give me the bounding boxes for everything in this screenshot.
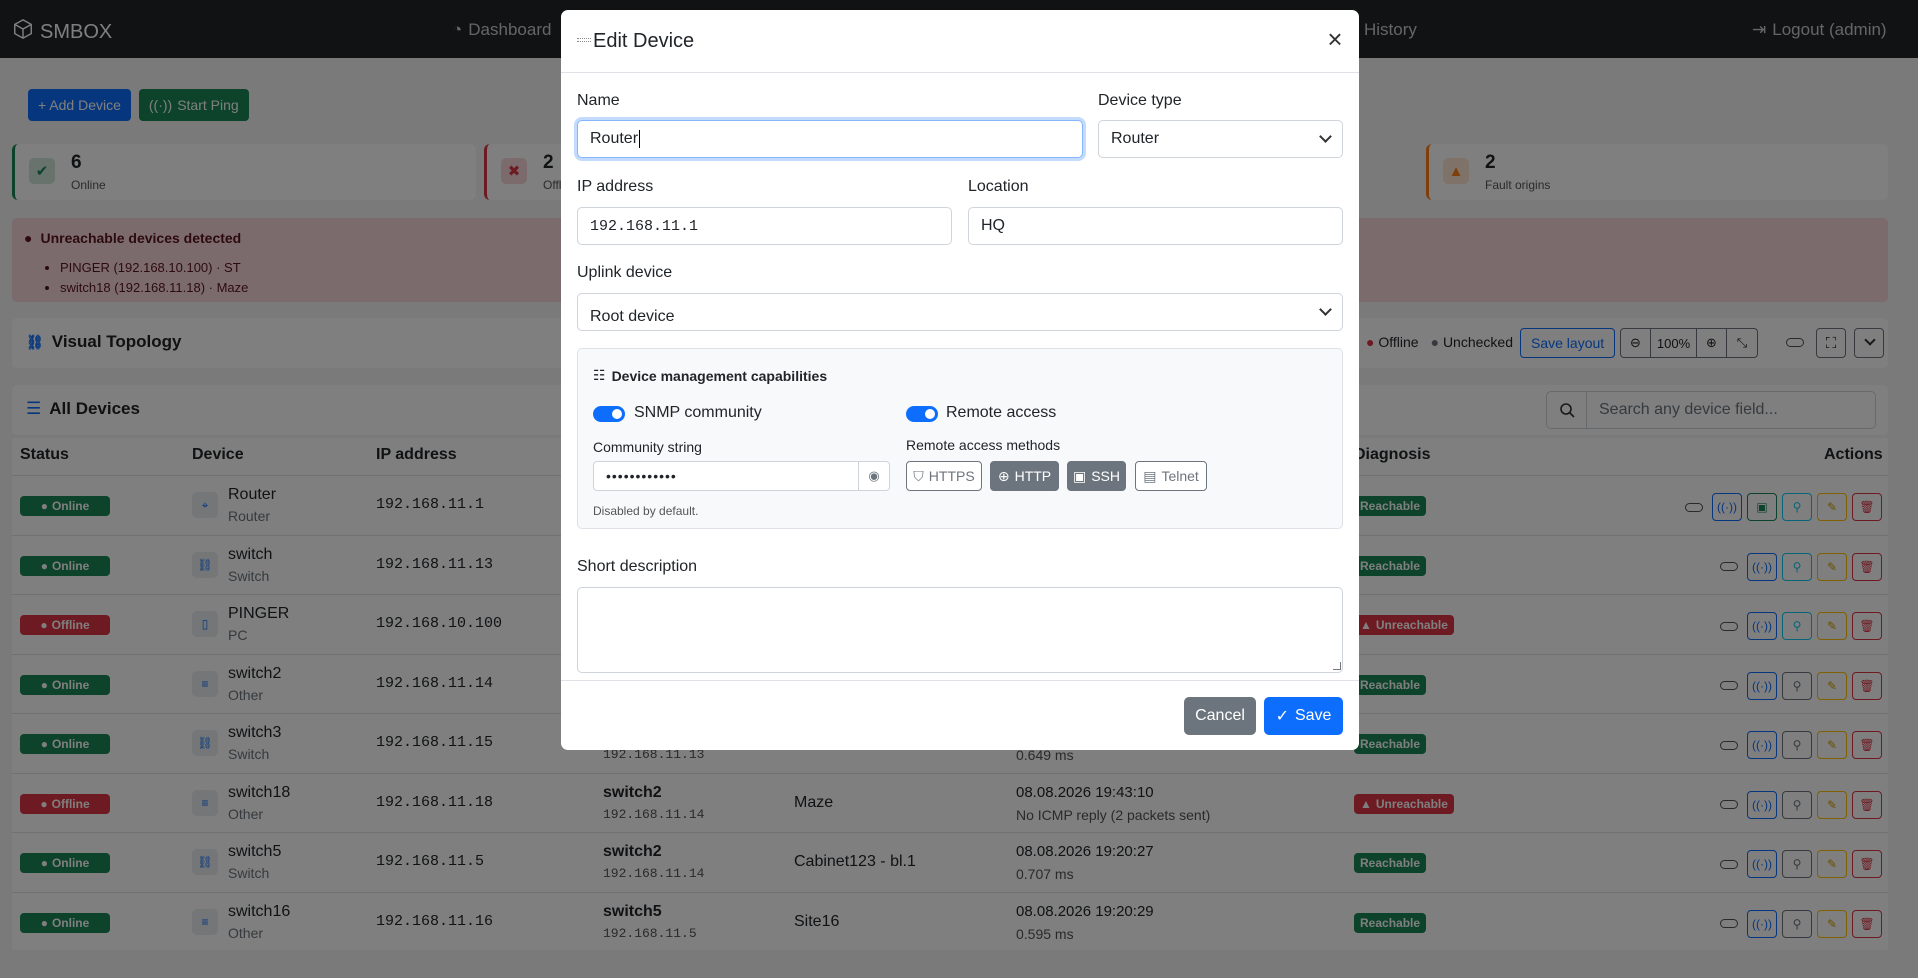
text-cursor <box>639 130 641 148</box>
method-label: SSH <box>1091 468 1121 484</box>
device-type-value: Router <box>1111 130 1160 147</box>
method-https-button[interactable]: ⛉ HTTPS <box>906 461 982 491</box>
modal-header-divider <box>561 72 1359 73</box>
description-label: Short description <box>577 558 698 575</box>
location-label: Location <box>968 178 1029 195</box>
device-type-label: Device type <box>1098 92 1182 109</box>
remote-access-toggle[interactable] <box>906 406 938 422</box>
method-label: Telnet <box>1161 468 1199 484</box>
method-http-button[interactable]: ⊕ HTTP <box>990 461 1059 491</box>
capabilities-title: ☷ Device management capabilities <box>593 367 827 384</box>
ip-label: IP address <box>577 178 654 195</box>
name-input[interactable]: Router <box>577 120 1083 158</box>
capabilities-title-text: Device management capabilities <box>611 367 828 384</box>
remote-access-label: Remote access <box>946 404 1057 421</box>
snmp-toggle[interactable] <box>593 406 625 422</box>
chevron-down-icon <box>1319 303 1332 316</box>
community-input[interactable]: •••••••••••• <box>593 461 859 491</box>
save-label: Save <box>1294 707 1332 724</box>
name-input-value: Router <box>590 130 639 147</box>
description-textarea[interactable] <box>577 587 1343 673</box>
globe-icon: ⊕ <box>997 467 1010 484</box>
shield-icon: ⛉ <box>913 467 924 484</box>
method-telnet-button[interactable]: ▤ Telnet <box>1135 461 1207 491</box>
method-label: HTTPS <box>928 468 975 484</box>
community-label: Community string <box>593 439 702 455</box>
uplink-select[interactable]: Root device <box>577 293 1343 331</box>
community-hint: Disabled by default. <box>593 504 699 518</box>
cancel-button[interactable]: Cancel <box>1184 697 1256 735</box>
uplink-value: Root device <box>590 308 675 325</box>
uplink-label: Uplink device <box>577 264 673 281</box>
method-label: HTTP <box>1014 468 1052 484</box>
resize-handle-icon[interactable] <box>1333 662 1341 670</box>
name-label: Name <box>577 92 620 109</box>
modal-title: Edit Device <box>593 30 695 52</box>
eye-icon[interactable]: ◉ <box>858 461 890 491</box>
snmp-label: SNMP community <box>634 404 762 421</box>
check-icon: ✓ <box>1275 708 1289 725</box>
drag-handle-icon[interactable] <box>577 38 591 42</box>
methods-label: Remote access methods <box>906 437 1061 453</box>
terminal-icon: ▣ <box>1072 467 1087 484</box>
save-button[interactable]: ✓ Save <box>1264 697 1343 735</box>
ip-input[interactable]: 192.168.11.1 <box>577 207 952 245</box>
console-icon: ▤ <box>1143 467 1157 484</box>
method-ssh-button[interactable]: ▣ SSH <box>1067 461 1126 491</box>
modal-footer-divider <box>561 680 1359 681</box>
edit-device-modal: Edit Device × Name Router Device type Ro… <box>561 10 1359 750</box>
sliders-icon: ☷ <box>593 367 606 383</box>
chevron-down-icon <box>1319 130 1332 143</box>
location-input[interactable]: HQ <box>968 207 1343 245</box>
close-icon[interactable]: × <box>1323 26 1347 52</box>
device-type-select[interactable]: Router <box>1098 120 1343 158</box>
